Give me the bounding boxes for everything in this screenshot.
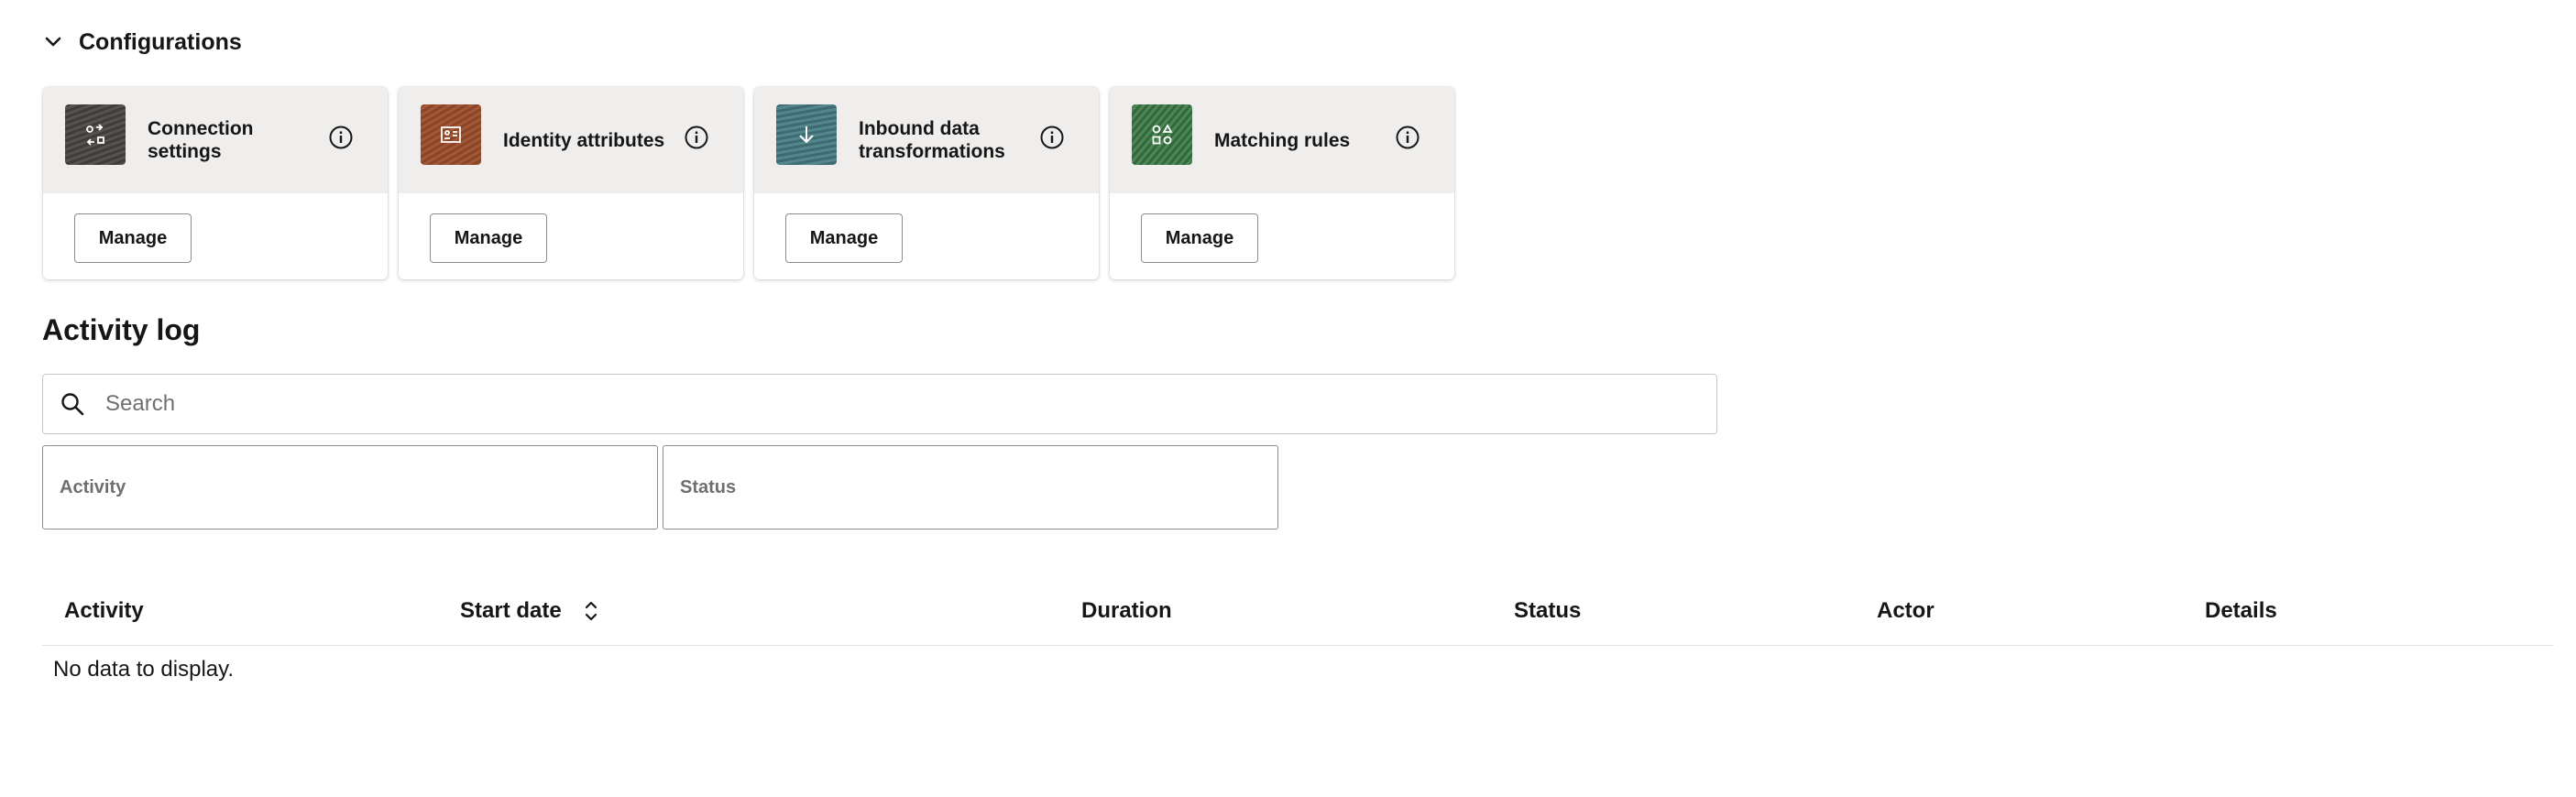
card-inbound-data-transformations: Inbound data transformations Manage bbox=[754, 87, 1099, 279]
card-matching-rules: Matching rules Manage bbox=[1110, 87, 1454, 279]
activity-log-title: Activity log bbox=[42, 313, 201, 346]
card-identity-attributes: Identity attributes Manage bbox=[399, 87, 743, 279]
column-header-start-date[interactable]: Start date bbox=[460, 577, 600, 645]
manage-button[interactable]: Manage bbox=[430, 213, 547, 263]
chevron-down-icon bbox=[40, 29, 66, 55]
info-icon[interactable] bbox=[1038, 124, 1066, 151]
column-header-duration: Duration bbox=[1081, 598, 1172, 623]
manage-button[interactable]: Manage bbox=[74, 213, 192, 263]
table-header: Activity Start date Duration Status Acto… bbox=[42, 577, 2553, 646]
configurations-toggle[interactable]: Configurations bbox=[40, 24, 242, 60]
card-title: Identity attributes bbox=[503, 129, 665, 151]
identity-card-icon bbox=[421, 104, 481, 165]
column-header-status: Status bbox=[1514, 598, 1582, 623]
card-title: Inbound data transformations bbox=[859, 118, 1005, 162]
card-title: Connection settings bbox=[148, 118, 254, 162]
status-filter-label: Status bbox=[680, 476, 737, 497]
activity-filter[interactable]: Activity bbox=[42, 445, 658, 530]
connection-settings-icon bbox=[65, 104, 126, 165]
column-header-details: Details bbox=[2205, 598, 2277, 623]
column-header-activity: Activity bbox=[64, 598, 144, 623]
activity-filter-label: Activity bbox=[60, 476, 126, 497]
status-filter[interactable]: Status bbox=[663, 445, 1278, 530]
column-header-actor: Actor bbox=[1877, 598, 1935, 623]
info-icon[interactable] bbox=[1394, 124, 1421, 151]
shapes-icon bbox=[1132, 104, 1192, 165]
arrow-down-icon bbox=[776, 104, 837, 165]
search-input[interactable]: Search bbox=[42, 374, 1717, 434]
start-date-label: Start date bbox=[460, 598, 562, 623]
info-icon[interactable] bbox=[683, 124, 710, 151]
search-placeholder: Search bbox=[105, 391, 176, 416]
configuration-cards: Connection settings Manage Identity attr… bbox=[43, 87, 1454, 279]
manage-button[interactable]: Manage bbox=[1141, 213, 1258, 263]
search-icon bbox=[60, 390, 87, 418]
card-title: Matching rules bbox=[1214, 129, 1351, 151]
activity-table: Activity Start date Duration Status Acto… bbox=[42, 577, 2553, 682]
manage-button[interactable]: Manage bbox=[785, 213, 903, 263]
info-icon[interactable] bbox=[327, 124, 355, 151]
empty-state-message: No data to display. bbox=[53, 657, 235, 682]
sort-icon[interactable] bbox=[582, 599, 600, 623]
configurations-title: Configurations bbox=[79, 28, 242, 55]
card-connection-settings: Connection settings Manage bbox=[43, 87, 388, 279]
